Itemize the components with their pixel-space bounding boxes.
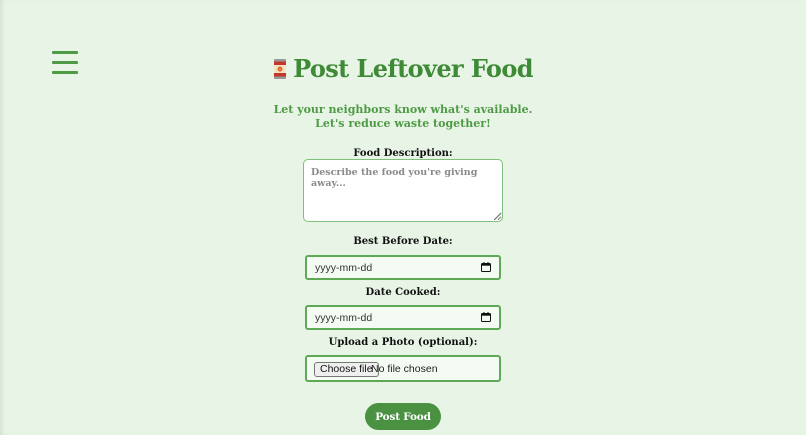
best-before-label: Best Before Date: [353, 236, 453, 247]
date-cooked-input[interactable]: yyyy-mm-dd [305, 305, 501, 330]
date-cooked-label: Date Cooked: [365, 287, 441, 298]
page-title: Post Leftover Food [0, 54, 806, 86]
calendar-icon[interactable] [481, 312, 491, 322]
canned-food-icon [273, 57, 287, 86]
page-title-text: Post Leftover Food [293, 54, 533, 83]
best-before-date-value: yyyy-mm-dd [315, 262, 373, 274]
file-status-text: No file chosen [371, 363, 438, 375]
page-subtitle: Let your neighbors know what's available… [273, 103, 533, 130]
calendar-icon[interactable] [481, 262, 491, 272]
food-description-label: Food Description: [353, 148, 453, 159]
food-description-input[interactable] [303, 159, 503, 222]
post-food-button[interactable]: Post Food [365, 403, 441, 430]
page: Post Leftover Food Let your neighbors kn… [0, 0, 806, 435]
best-before-date-input[interactable]: yyyy-mm-dd [305, 255, 501, 280]
date-cooked-value: yyyy-mm-dd [315, 312, 373, 324]
choose-file-button[interactable]: Choose file [314, 361, 379, 377]
photo-upload-input[interactable]: Choose file No file chosen [305, 355, 501, 382]
photo-upload-label: Upload a Photo (optional): [328, 337, 478, 348]
